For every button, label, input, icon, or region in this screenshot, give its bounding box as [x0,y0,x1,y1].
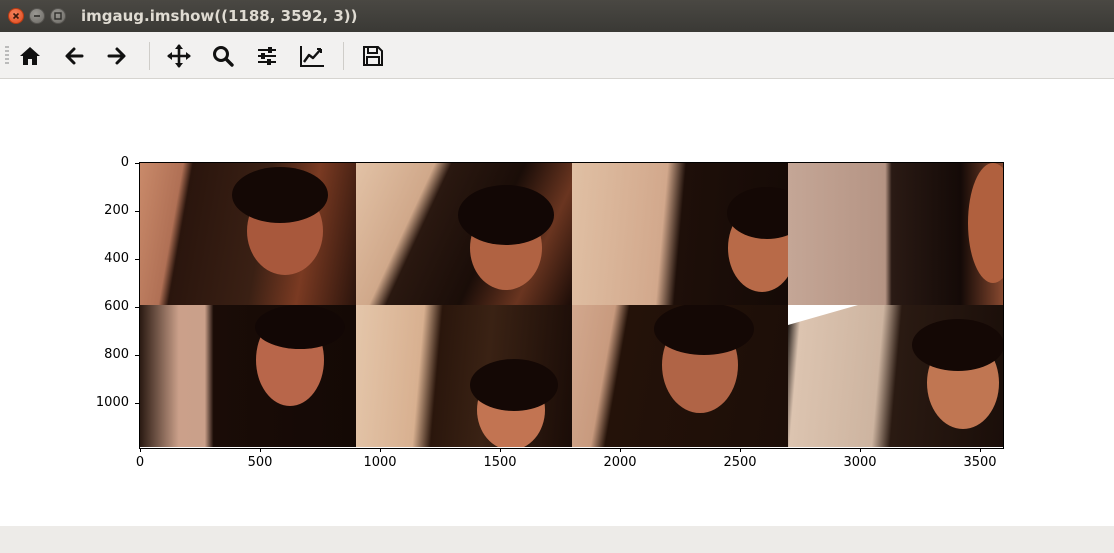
y-tick [135,163,139,164]
x-tick [740,448,741,452]
window-titlebar: imgaug.imshow((1188, 3592, 3)) [0,0,1114,32]
save-icon [363,46,383,66]
maximize-button[interactable] [50,8,66,24]
toolbar-grip[interactable] [5,46,9,64]
line-chart-icon [300,46,324,67]
x-tick [260,448,261,452]
move-icon [167,44,191,68]
y-tick-label: 200 [104,203,129,218]
augmented-image-tile [140,163,356,305]
x-tick [980,448,981,452]
augmented-image-tile [788,305,1003,447]
augmented-image-tile [356,163,572,305]
zoom-button[interactable] [208,41,238,71]
x-tick-label: 0 [135,455,145,470]
minimize-icon [34,15,40,17]
y-tick [135,307,139,308]
toolbar-separator [149,42,150,70]
y-tick [135,211,139,212]
augmented-image-tile [572,305,788,447]
x-tick [380,448,381,452]
x-tick [620,448,621,452]
x-tick-label: 1000 [363,455,397,470]
home-button[interactable] [15,41,45,71]
augmented-image-tile [356,305,572,447]
home-icon [20,47,40,65]
augmented-image-tile [140,305,356,447]
x-tick-label: 3500 [963,455,997,470]
x-tick-label: 1500 [483,455,517,470]
x-tick-label: 500 [247,455,273,470]
y-tick [135,403,139,404]
sliders-icon [258,47,276,65]
x-tick-label: 2500 [723,455,757,470]
augmented-image-tile [572,163,788,305]
forward-button[interactable] [102,41,132,71]
save-button[interactable] [358,41,388,71]
navigation-toolbar [0,32,1114,79]
y-tick-label: 400 [104,251,129,266]
pan-button[interactable] [164,41,194,71]
y-tick-label: 600 [104,299,129,314]
arrow-left-icon [65,47,84,65]
x-tick [140,448,141,452]
window-title: imgaug.imshow((1188, 3592, 3)) [81,7,358,25]
y-tick-label: 800 [104,347,129,362]
minimize-button[interactable] [29,8,45,24]
maximize-icon [54,12,62,20]
close-button[interactable] [8,8,24,24]
x-tick-label: 2000 [603,455,637,470]
close-icon [12,12,20,20]
status-bar [0,526,1114,553]
x-tick [860,448,861,452]
edit-axes-button[interactable] [297,41,327,71]
y-tick [135,259,139,260]
image-grid[interactable] [140,163,1003,448]
augmented-image-tile [788,163,1003,305]
zoom-icon [213,46,234,67]
configure-subplots-button[interactable] [252,41,282,71]
back-button[interactable] [59,41,89,71]
x-tick-label: 3000 [843,455,877,470]
arrow-right-icon [107,47,126,65]
x-tick [500,448,501,452]
toolbar-separator [343,42,344,70]
y-tick [135,355,139,356]
y-tick-label: 0 [120,155,129,170]
y-tick-label: 1000 [95,395,129,410]
